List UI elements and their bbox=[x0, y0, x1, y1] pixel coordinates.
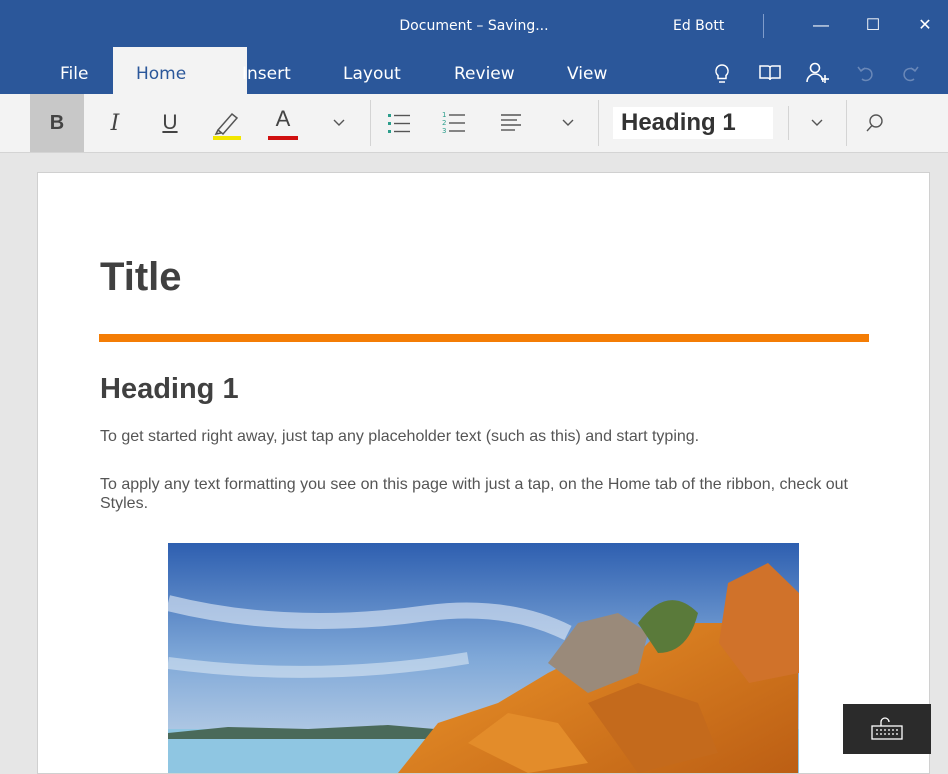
minimize-button[interactable]: — bbox=[798, 10, 844, 42]
tab-layout[interactable]: Layout bbox=[331, 58, 413, 96]
doc-title[interactable]: Title bbox=[100, 255, 182, 300]
tab-insert[interactable]: Insert bbox=[230, 58, 303, 96]
doc-heading[interactable]: Heading 1 bbox=[100, 373, 239, 406]
svg-text:2: 2 bbox=[442, 119, 446, 127]
underline-button[interactable]: U bbox=[152, 104, 188, 142]
title-separator bbox=[763, 14, 764, 38]
tab-home[interactable]: Home bbox=[124, 58, 198, 96]
doc-paragraph-2[interactable]: To apply any text formatting you see on … bbox=[100, 475, 860, 513]
tab-review[interactable]: Review bbox=[442, 58, 527, 96]
bullet-list-icon[interactable] bbox=[386, 110, 412, 136]
search-icon[interactable] bbox=[864, 112, 886, 134]
tab-file[interactable]: File bbox=[48, 58, 100, 96]
tab-view[interactable]: View bbox=[555, 58, 619, 96]
undo-icon[interactable] bbox=[856, 63, 876, 83]
redo-icon[interactable] bbox=[900, 63, 920, 83]
italic-button[interactable]: I bbox=[98, 104, 132, 142]
document-page[interactable]: Title Heading 1 To get started right awa… bbox=[37, 172, 930, 774]
title-rule bbox=[99, 334, 869, 342]
numbered-list-icon[interactable]: 1 2 3 bbox=[441, 108, 467, 136]
style-selector[interactable]: Heading 1 bbox=[613, 107, 773, 139]
svg-text:1: 1 bbox=[442, 111, 446, 119]
font-color-bar bbox=[268, 136, 298, 140]
maximize-button[interactable]: ☐ bbox=[850, 10, 896, 42]
share-person-icon[interactable] bbox=[806, 61, 830, 85]
ribbon-separator bbox=[598, 100, 599, 146]
touch-keyboard-button[interactable] bbox=[843, 704, 931, 754]
ribbon-separator bbox=[788, 106, 789, 140]
lightbulb-icon[interactable] bbox=[712, 62, 732, 86]
ribbon-separator bbox=[846, 100, 847, 146]
doc-paragraph-1[interactable]: To get started right away, just tap any … bbox=[100, 427, 860, 446]
align-left-icon[interactable] bbox=[499, 110, 525, 136]
document-image[interactable] bbox=[168, 543, 799, 773]
chevron-down-icon[interactable] bbox=[810, 118, 824, 128]
ribbon: B I U A 1 2 3 Heading 1 bbox=[0, 94, 948, 153]
svg-text:3: 3 bbox=[442, 127, 446, 135]
close-button[interactable]: ✕ bbox=[902, 10, 948, 42]
keyboard-icon bbox=[871, 717, 903, 740]
highlight-icon[interactable] bbox=[210, 106, 244, 142]
chevron-down-icon[interactable] bbox=[561, 118, 575, 128]
ribbon-separator bbox=[370, 100, 371, 146]
bold-button[interactable]: B bbox=[30, 94, 84, 152]
font-color-button[interactable]: A bbox=[266, 104, 300, 134]
chevron-down-icon[interactable] bbox=[332, 118, 346, 128]
user-name[interactable]: Ed Bott bbox=[673, 18, 724, 34]
book-icon[interactable] bbox=[758, 63, 782, 83]
